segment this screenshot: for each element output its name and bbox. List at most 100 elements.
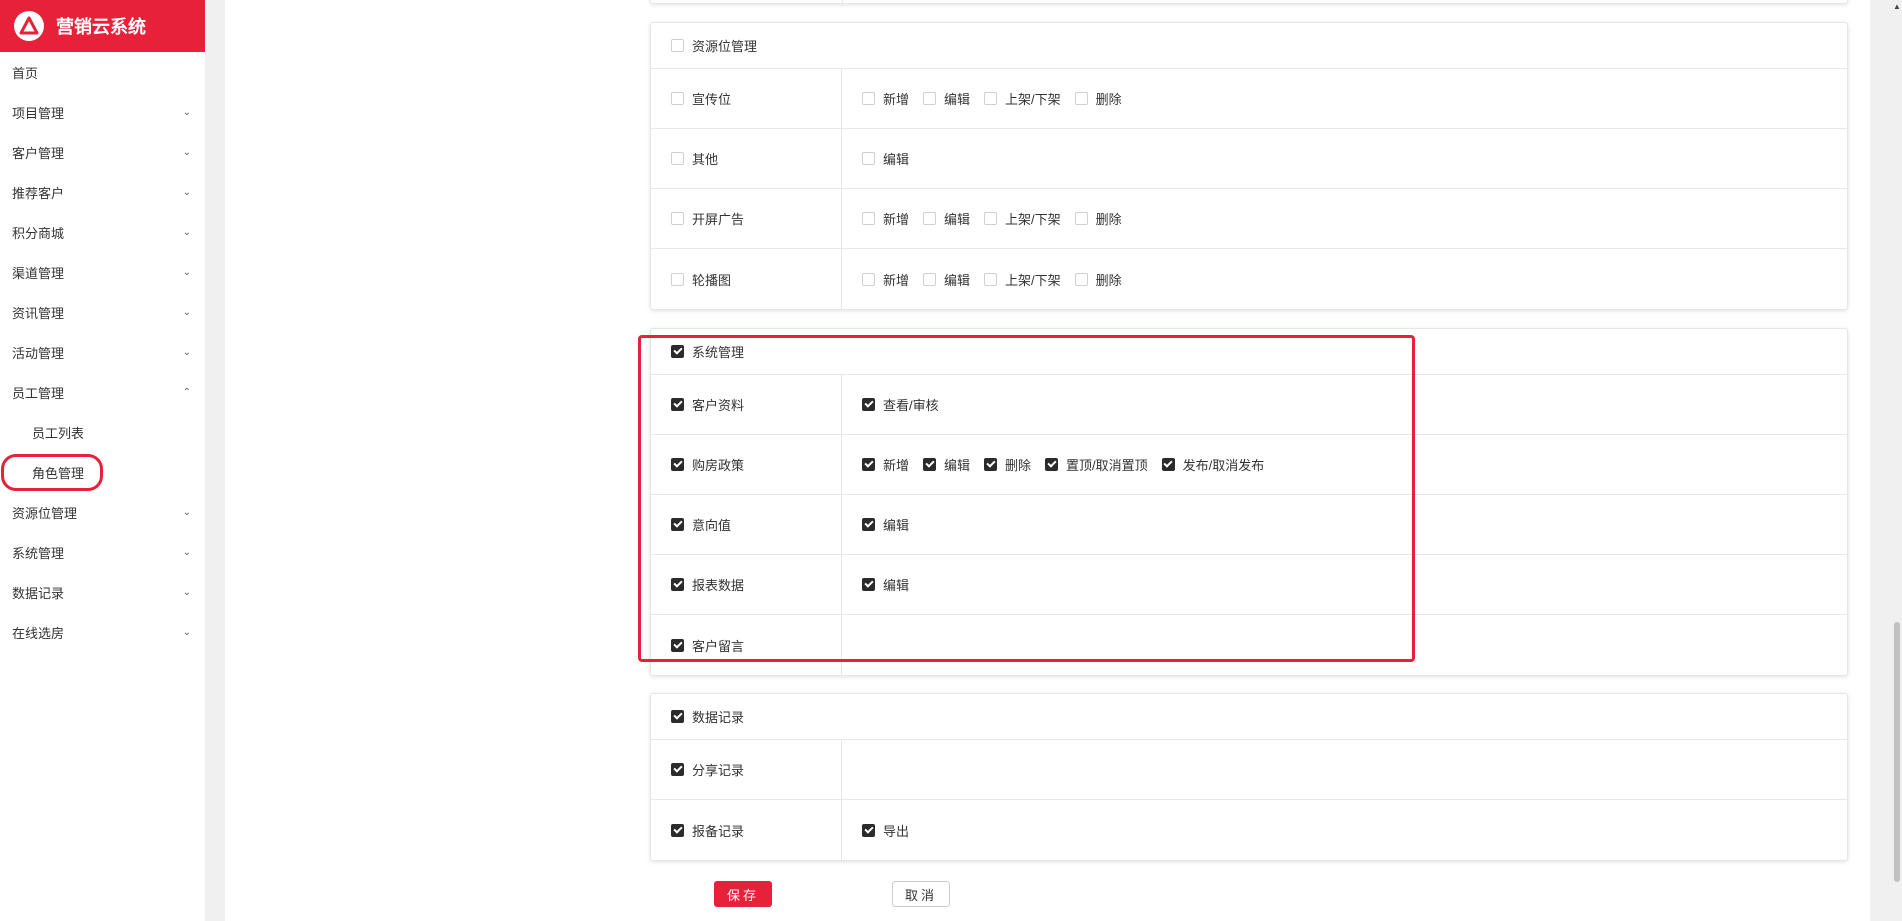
checkbox-checked[interactable] [671,578,684,591]
checkbox-unchecked[interactable] [862,92,875,105]
permission-module: 其他 [651,129,842,188]
checkbox-unchecked[interactable] [671,272,684,286]
checkbox-unchecked[interactable] [671,92,684,105]
checkbox-unchecked[interactable] [671,152,684,165]
checkbox-checked[interactable] [671,710,684,723]
sidebar-item[interactable]: 资讯管理 ⌄ [0,292,205,332]
checkbox-unchecked[interactable] [984,212,998,225]
checkbox-unchecked[interactable] [923,92,937,105]
checkbox-checked[interactable] [984,458,998,471]
sidebar-item[interactable]: 项目管理 ⌄ [0,92,205,132]
chevron-down-icon: ⌄ [182,546,191,558]
checkbox-checked[interactable] [923,458,937,471]
permission-label: 删除 [1005,458,1032,473]
checkbox-checked[interactable] [671,458,684,471]
sidebar-subitem-role-management[interactable]: 角色管理 [0,452,205,492]
checkbox-checked[interactable] [862,518,875,531]
permission-option[interactable]: 上架/下架 [984,89,1061,108]
scrollbar[interactable]: ▲ [1892,0,1902,921]
card-title: 系统管理 [692,345,745,360]
checkbox-checked[interactable] [671,823,684,837]
sidebar-item[interactable]: 客户管理 ⌄ [0,132,205,172]
permission-option[interactable]: 查看/审核 [862,395,939,414]
checkbox-unchecked[interactable] [923,272,937,286]
sidebar-item[interactable]: 活动管理 ⌄ [0,332,205,372]
permission-option[interactable]: 编辑 [862,515,909,534]
permission-option[interactable]: 新增 [862,89,909,108]
checkbox-unchecked[interactable] [1074,212,1088,225]
permission-option[interactable]: 编辑 [862,575,909,594]
checkbox-unchecked[interactable] [862,212,875,225]
sidebar-item[interactable]: 渠道管理 ⌄ [0,252,205,292]
permission-option[interactable]: 编辑 [923,89,970,108]
permission-option[interactable]: 置顶/取消置顶 [1045,455,1148,474]
card-title: 数据记录 [692,710,745,725]
checkbox-unchecked[interactable] [1074,272,1088,286]
permission-option[interactable]: 编辑 [923,455,970,474]
checkbox-unchecked[interactable] [862,152,875,165]
sidebar-item-home[interactable]: 首页 [0,52,205,92]
permission-option[interactable]: 上架/下架 [984,209,1061,228]
permission-label: 上架/下架 [1005,272,1061,288]
checkbox-unchecked[interactable] [862,272,875,286]
permission-option[interactable]: 导出 [862,821,909,840]
sidebar-item[interactable]: 推荐客户 ⌄ [0,172,205,212]
sidebar-item[interactable]: 在线选房 ⌄ [0,612,205,652]
checkbox-checked[interactable] [862,823,875,837]
permission-option[interactable]: 编辑 [923,209,970,228]
checkbox-checked[interactable] [671,638,684,652]
checkbox-checked[interactable] [862,578,875,591]
card-header: 系统管理 [651,329,1847,375]
card-header: 数据记录 [651,694,1847,740]
scroll-up-icon[interactable]: ▲ [1893,2,1901,11]
card-data-records: 数据记录 分享记录 报备记录 导出 [650,693,1848,861]
permission-actions [842,615,1847,675]
module-label: 其他 [692,152,719,167]
permission-label: 新增 [883,212,910,227]
save-button[interactable]: 保存 [714,881,772,907]
permission-option[interactable]: 删除 [1074,209,1122,228]
permission-option[interactable]: 编辑 [923,270,970,289]
checkbox-checked[interactable] [1161,458,1175,471]
permission-option[interactable]: 删除 [1074,270,1122,289]
checkbox-unchecked[interactable] [984,92,998,105]
sidebar-item-label: 资源位管理 [12,505,78,521]
checkbox-checked[interactable] [671,345,684,358]
checkbox-checked[interactable] [671,398,684,411]
checkbox-unchecked[interactable] [923,212,937,225]
permission-row: 开屏广告 新增 编辑 上架/下架 删除 [651,189,1847,249]
checkbox-unchecked[interactable] [1074,92,1088,105]
permission-option[interactable]: 新增 [862,455,909,474]
permission-option[interactable]: 上架/下架 [984,270,1061,289]
sidebar-item[interactable]: 员工管理 ⌃ [0,372,205,412]
permission-row: 宣传位 新增 编辑 上架/下架 删除 [651,69,1847,129]
permission-row: 意向值 编辑 [651,495,1847,555]
checkbox-checked[interactable] [862,458,875,471]
sidebar-item[interactable]: 资源位管理 ⌄ [0,492,205,532]
cancel-button[interactable]: 取消 [892,881,950,907]
sidebar-item[interactable]: 积分商城 ⌄ [0,212,205,252]
permission-option[interactable]: 编辑 [862,149,909,168]
checkbox-checked[interactable] [862,398,875,411]
checkbox-unchecked[interactable] [984,272,998,286]
checkbox-checked[interactable] [671,763,684,776]
permission-option[interactable]: 新增 [862,209,909,228]
permission-option[interactable]: 发布/取消发布 [1161,455,1264,474]
scroll-thumb[interactable] [1894,622,1900,882]
checkbox-unchecked[interactable] [671,212,684,225]
checkbox-checked[interactable] [671,518,684,531]
sidebar-item-label: 活动管理 [12,345,65,361]
sidebar-item-label: 积分商城 [12,225,65,241]
sidebar-item[interactable]: 系统管理 ⌄ [0,532,205,572]
permission-module: 轮播图 [651,249,842,309]
app-title: 营销云系统 [56,17,146,37]
sidebar-item[interactable]: 数据记录 ⌄ [0,572,205,612]
permission-option[interactable]: 新增 [862,270,909,289]
permission-label: 编辑 [883,578,910,593]
sidebar-subitem-employee-list[interactable]: 员工列表 [0,412,205,452]
permission-option[interactable]: 删除 [1074,89,1122,108]
checkbox-unchecked[interactable] [671,39,684,52]
checkbox-checked[interactable] [1045,458,1059,471]
permission-option[interactable]: 删除 [984,455,1031,474]
permission-label: 删除 [1095,272,1122,288]
